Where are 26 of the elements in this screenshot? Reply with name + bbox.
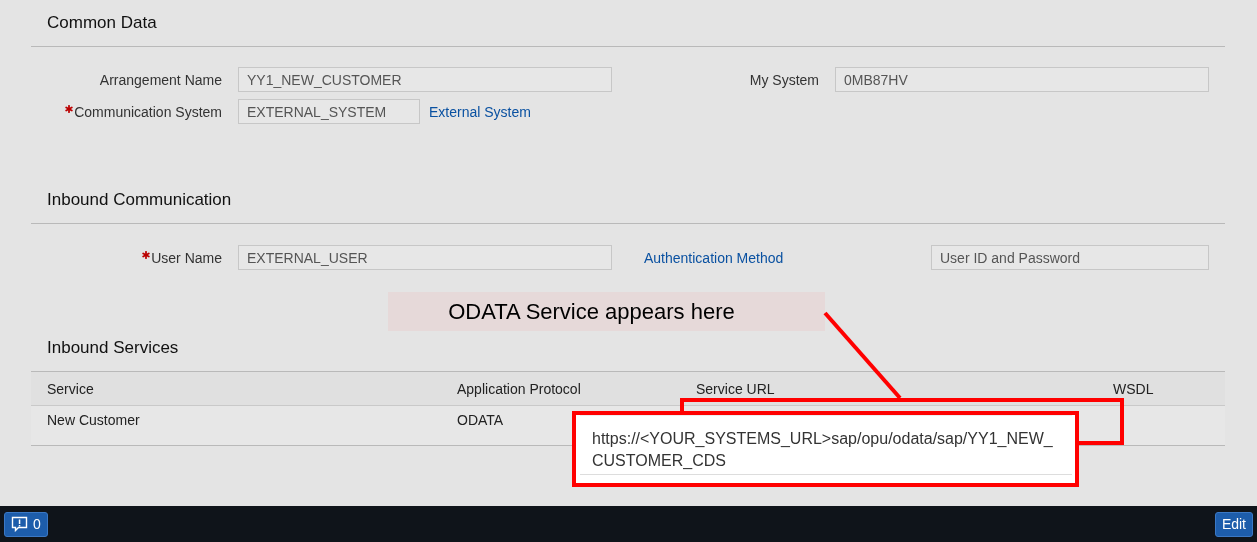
input-field[interactable]: EXTERNAL_SYSTEM	[238, 99, 420, 124]
authentication-link[interactable]: Authentication Method	[628, 249, 819, 266]
system-link[interactable]: External System	[429, 103, 531, 120]
input-field[interactable]: User ID and Password	[931, 245, 1209, 270]
column-header: Service URL	[696, 380, 776, 397]
field-label: Arrangement Name	[99, 71, 222, 88]
field-label: My System	[749, 71, 819, 88]
messages-button[interactable]: 0	[4, 511, 48, 537]
edit-button[interactable]: Edit	[1214, 511, 1253, 537]
input-field[interactable]: EXTERNAL_USER	[238, 245, 612, 270]
required-icon	[142, 250, 151, 259]
field-label: Communication System	[65, 103, 222, 120]
section-title: Inbound Communication	[47, 190, 232, 210]
column-header: Service	[47, 380, 95, 397]
column-header: WSDL	[1113, 380, 1155, 397]
service-url-text: https://<YOUR_SYSTEMS_URL>sap/opu/odata/sap/YY1_NEW_CUSTOMER_CDS	[580, 415, 1072, 475]
section-title: Inbound Services	[47, 337, 179, 358]
table-cell-text: New Customer	[47, 412, 141, 430]
input-field[interactable]: 0MB87HV	[835, 67, 1209, 92]
column-header: Application Protocol	[457, 380, 582, 397]
input-field[interactable]: YY1_NEW_CUSTOMER	[238, 67, 612, 92]
required-icon	[65, 104, 74, 113]
callout-label: ODATA Service appears here	[388, 292, 825, 331]
field-label: User Name	[142, 249, 222, 266]
message-icon	[11, 516, 28, 532]
section-title: Common Data	[47, 13, 157, 33]
